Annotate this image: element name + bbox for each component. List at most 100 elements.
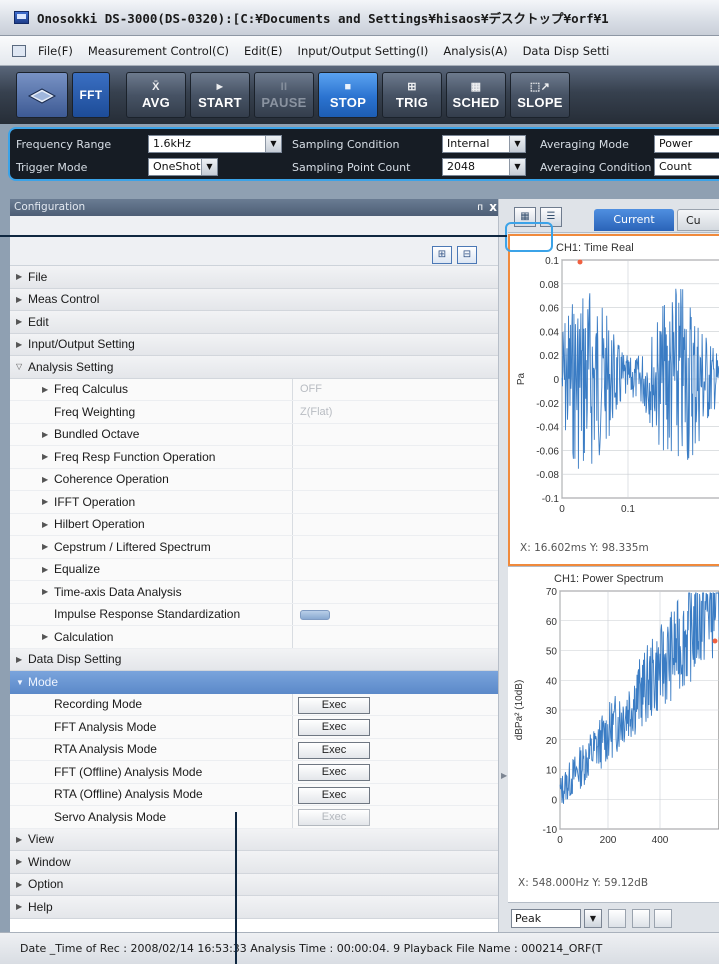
chevron-down-icon[interactable]: ▼ xyxy=(584,909,602,928)
slope-button[interactable]: ⬚↗ SLOPE xyxy=(510,72,570,118)
expand-arrow-icon[interactable]: ▶ xyxy=(16,880,28,889)
exec-button[interactable]: Exec xyxy=(298,719,370,736)
frequency-range-select[interactable]: 1.6kHz ▼ xyxy=(148,135,282,153)
document-icon[interactable] xyxy=(12,44,26,57)
fft-mode-button[interactable]: FFT xyxy=(72,72,110,118)
configuration-title: Configuration xyxy=(14,201,86,213)
expand-arrow-icon[interactable]: ▶ xyxy=(42,587,54,596)
zoom-in-icon[interactable] xyxy=(632,909,650,928)
y-tick-label: 0 xyxy=(551,795,557,806)
analysis-cepstrum[interactable]: ▶ Cepstrum / Liftered Spectrum xyxy=(10,536,505,559)
menu-data-disp-setting[interactable]: Data Disp Setti xyxy=(519,44,621,58)
pin-icon[interactable]: ᴨ xyxy=(477,199,483,216)
expand-arrow-icon[interactable]: ▶ xyxy=(16,835,28,844)
avg-button[interactable]: X̄ AVG xyxy=(126,72,186,118)
expand-arrow-icon[interactable]: ▶ xyxy=(42,475,54,484)
tree-item-data-disp-setting[interactable]: ▶ Data Disp Setting xyxy=(10,648,505,671)
analysis-bundled-octave[interactable]: ▶ Bundled Octave xyxy=(10,423,505,446)
analysis-freq-resp-function[interactable]: ▶ Freq Resp Function Operation xyxy=(10,446,505,469)
setting-label: Hilbert Operation xyxy=(54,517,145,532)
averaging-condition-select[interactable]: Count xyxy=(654,158,719,176)
chevron-down-icon[interactable]: ▼ xyxy=(509,159,525,175)
average-icon: X̄ xyxy=(152,80,160,93)
chevron-down-icon[interactable]: ▼ xyxy=(201,159,217,175)
expand-arrow-icon[interactable]: ▶ xyxy=(16,857,28,866)
expand-all-icon[interactable]: ⊞ xyxy=(432,246,452,264)
expand-arrow-icon[interactable]: ▶ xyxy=(42,632,54,641)
exec-button[interactable]: Exec xyxy=(298,786,370,804)
expand-arrow-icon[interactable]: ▶ xyxy=(42,497,54,506)
expand-arrow-icon[interactable]: ▶ xyxy=(42,542,54,551)
collapse-arrow-icon[interactable]: ▼ xyxy=(16,678,28,687)
menu-measurement-control[interactable]: Measurement Control(C) xyxy=(84,44,240,58)
splitter-grip-icon[interactable]: ▶ xyxy=(501,771,507,780)
peak-select[interactable]: Peak xyxy=(511,909,581,928)
menu-input-output-setting[interactable]: Input/Output Setting(I) xyxy=(294,44,440,58)
expand-arrow-icon[interactable]: ▶ xyxy=(16,902,28,911)
exec-button[interactable]: Exec xyxy=(298,741,370,759)
trigger-mode-select[interactable]: OneShot ▼ xyxy=(148,158,218,176)
analysis-freq-weighting[interactable]: Freq Weighting Z(Flat) xyxy=(10,401,505,424)
sched-button[interactable]: ▦ SCHED xyxy=(446,72,506,118)
trig-button[interactable]: ⊞ TRIG xyxy=(382,72,442,118)
collapse-arrow-icon[interactable]: ▽ xyxy=(16,362,28,371)
analysis-time-axis[interactable]: ▶ Time-axis Data Analysis xyxy=(10,581,505,604)
pause-button[interactable]: II PAUSE xyxy=(254,72,314,118)
expand-arrow-icon[interactable]: ▶ xyxy=(16,340,28,349)
panel-splitter[interactable]: ▶ xyxy=(498,199,508,932)
menu-edit[interactable]: Edit(E) xyxy=(240,44,294,58)
menu-file[interactable]: File(F) xyxy=(34,44,84,58)
collapse-all-icon[interactable]: ⊟ xyxy=(457,246,477,264)
device-logo-button[interactable] xyxy=(16,72,68,118)
time-real-chart-panel[interactable]: CH1: Time Real Pa 0.1 0.08 0.06 0.04 0.02 0 -0.0… xyxy=(508,234,719,566)
analysis-equalize[interactable]: ▶ Equalize xyxy=(10,558,505,581)
expand-arrow-icon[interactable]: ▶ xyxy=(16,295,28,304)
exec-button[interactable]: Exec xyxy=(298,696,370,714)
expand-arrow-icon[interactable]: ▶ xyxy=(16,317,28,326)
tab-current[interactable]: Current xyxy=(594,209,674,231)
marker-icon[interactable] xyxy=(608,909,626,928)
menu-analysis[interactable]: Analysis(A) xyxy=(439,44,518,58)
expand-arrow-icon[interactable]: ▶ xyxy=(42,565,54,574)
tree-item-edit[interactable]: ▶ Edit xyxy=(10,311,505,334)
tree-item-help[interactable]: ▶ Help xyxy=(10,896,505,919)
tree-item-option[interactable]: ▶ Option xyxy=(10,873,505,896)
stop-button[interactable]: ■ STOP xyxy=(318,72,378,118)
tab-other[interactable]: Cu xyxy=(677,209,719,231)
tree-item-window[interactable]: ▶ Window xyxy=(10,851,505,874)
averaging-mode-select[interactable]: Power xyxy=(654,135,719,153)
analysis-hilbert[interactable]: ▶ Hilbert Operation xyxy=(10,513,505,536)
exec-button[interactable]: Exec xyxy=(298,764,370,781)
zoom-out-icon[interactable] xyxy=(654,909,672,928)
analysis-impulse-response[interactable]: Impulse Response Standardization xyxy=(10,603,505,626)
expand-arrow-icon[interactable]: ▶ xyxy=(42,520,54,529)
tree-item-file[interactable]: ▶ File xyxy=(10,266,505,289)
analysis-freq-calculus[interactable]: ▶ Freq Calculus OFF xyxy=(10,378,505,401)
expand-arrow-icon[interactable]: ▶ xyxy=(16,272,28,281)
graph-area: ▦ ☰ Current Cu CH1: Time Real Pa 0.1 0.08 0.… xyxy=(508,199,719,932)
analysis-calculation[interactable]: ▶ Calculation xyxy=(10,626,505,649)
tree-item-analysis-setting[interactable]: ▽ Analysis Setting xyxy=(10,356,505,379)
tree-item-input-output-setting[interactable]: ▶ Input/Output Setting xyxy=(10,333,505,356)
power-spectrum-chart-panel[interactable]: CH1: Power Spectrum dBPa² (10dB) 70 60 50 40 3… xyxy=(508,566,719,902)
expand-arrow-icon[interactable]: ▶ xyxy=(42,385,54,394)
expand-arrow-icon[interactable]: ▶ xyxy=(16,655,28,664)
tree-item-mode[interactable]: ▼ Mode xyxy=(10,671,505,694)
tree-item-meas-control[interactable]: ▶ Meas Control xyxy=(10,288,505,311)
configuration-tools: ⊞ ⊟ xyxy=(10,216,505,266)
chart1-cursor-readout: X: 16.602ms Y: 98.335m xyxy=(520,542,649,554)
tree-item-view[interactable]: ▶ View xyxy=(10,828,505,851)
expand-arrow-icon[interactable]: ▶ xyxy=(42,430,54,439)
analysis-coherence[interactable]: ▶ Coherence Operation xyxy=(10,468,505,491)
sampling-point-count-select[interactable]: 2048 ▼ xyxy=(442,158,526,176)
impulse-standardization-toggle[interactable] xyxy=(300,609,330,620)
expand-arrow-icon[interactable]: ▶ xyxy=(42,452,54,461)
start-button[interactable]: ► START xyxy=(190,72,250,118)
chevron-down-icon[interactable]: ▼ xyxy=(509,136,525,152)
chevron-down-icon[interactable]: ▼ xyxy=(265,136,281,152)
setting-label: Coherence Operation xyxy=(54,472,169,487)
y-tick-label: -0.04 xyxy=(536,423,559,434)
analysis-ifft[interactable]: ▶ IFFT Operation xyxy=(10,491,505,514)
sampling-condition-select[interactable]: Internal ▼ xyxy=(442,135,526,153)
close-icon[interactable]: x xyxy=(489,199,497,216)
